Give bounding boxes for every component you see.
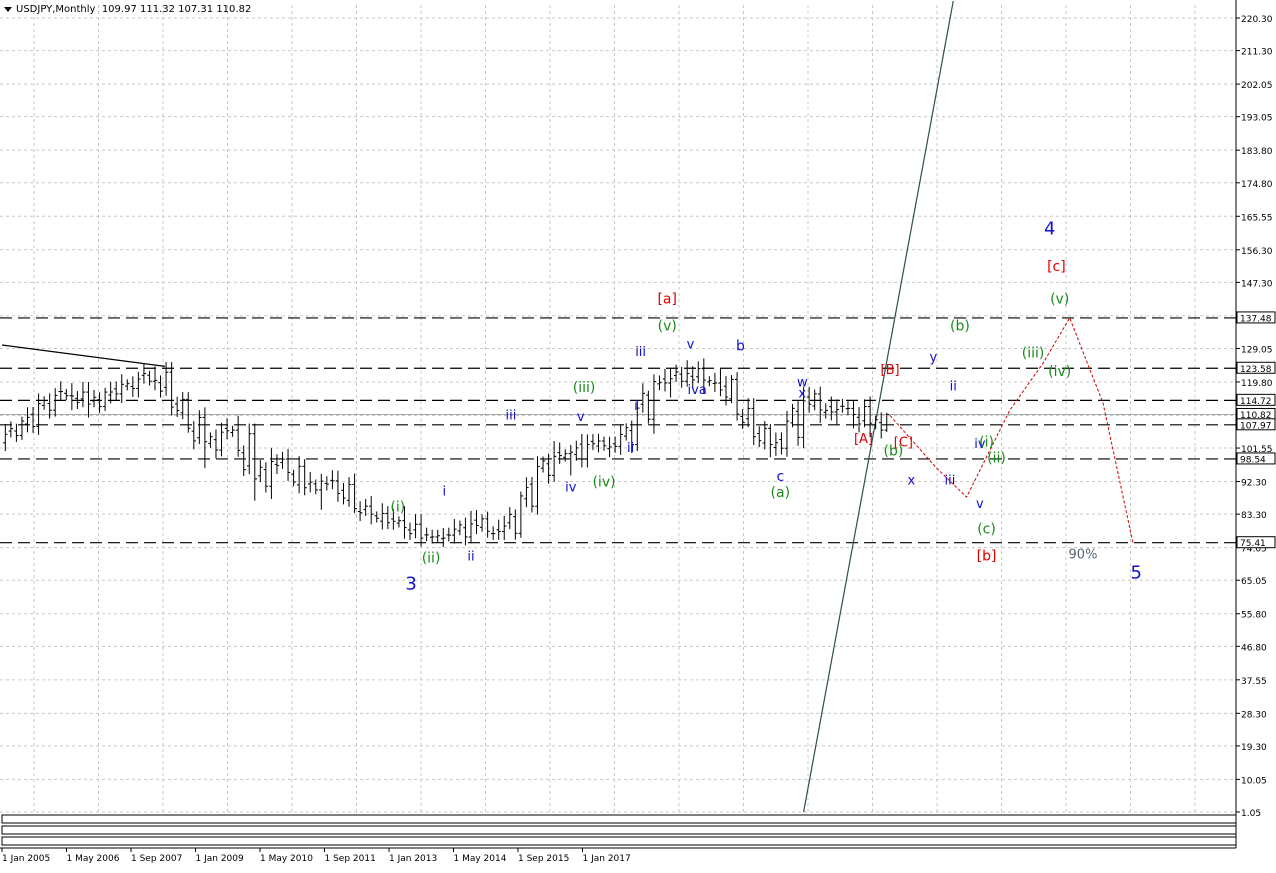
y-tick-label: 156.30 [1241,247,1273,257]
wave-label[interactable]: i [443,484,447,499]
x-tick-label: 1 Sep 2015 [518,854,569,864]
wave-label[interactable]: (b) [950,319,970,335]
wave-label[interactable]: i [634,399,638,414]
x-tick-label: 1 Sep 2011 [325,854,376,864]
wave-label[interactable]: (iii) [1022,346,1045,362]
y-tick-label: 119.80 [1241,379,1273,389]
wave-label[interactable]: y [929,350,937,365]
x-tick-label: 1 May 2014 [454,854,507,864]
y-tick-label: 37.55 [1241,677,1267,687]
y-tick-label: 28.30 [1241,710,1267,720]
x-tick-label: 1 Jan 2009 [196,854,244,864]
level-price-label: 98.54 [1240,455,1266,465]
x-tick-label: 1 May 2006 [67,854,120,864]
wave-label[interactable]: b [736,338,745,354]
level-price-label: 114.72 [1240,397,1272,407]
wave-label[interactable]: (i) [979,434,994,450]
wave-label[interactable]: (v) [658,319,677,335]
x-tick-label: 1 Jan 2017 [583,854,631,864]
wave-label[interactable]: iii [635,345,646,360]
y-tick-label: 183.80 [1241,147,1273,157]
wave-label[interactable]: c [776,469,784,485]
wave-label[interactable]: (iv) [592,474,615,490]
y-tick-label: 220.30 [1241,15,1273,25]
wave-label[interactable]: ii [467,549,474,564]
y-tick-label: 19.30 [1241,743,1267,753]
y-tick-label: 211.30 [1241,48,1273,58]
wave-label[interactable]: [A] [854,432,873,447]
wave-label[interactable]: iii [505,408,516,423]
y-tick-label: 193.05 [1241,114,1273,124]
y-tick-label: 10.05 [1241,776,1267,786]
x-tick-label: 1 Jan 2005 [2,854,50,864]
wave-label[interactable]: (iv) [1048,364,1071,380]
wave-label[interactable]: (ii) [987,451,1006,467]
wave-label[interactable]: [B] [881,363,900,378]
wave-label[interactable]: [b] [977,548,997,564]
wave-label[interactable]: (iii) [573,380,596,396]
wave-label[interactable]: (c) [977,521,996,537]
wave-label[interactable]: (a) [771,485,791,501]
x-tick-label: 1 Jan 2013 [389,854,437,864]
wave-label[interactable]: (i) [390,500,405,516]
y-tick-label: 202.05 [1241,81,1273,91]
indicator-strip [1,825,1237,835]
y-tick-label: 92.30 [1241,479,1267,489]
indicator-strip [1,814,1237,824]
y-tick-label: 1.05 [1241,809,1261,819]
chart-area[interactable]: [a] (v) iii v b iva i ii iii v (iii) iv (iv) c (a) i (i)… [0,0,1276,868]
y-tick-label: 65.05 [1241,577,1267,587]
x-tick-label: 1 Sep 2007 [131,854,182,864]
y-tick-label: 83.30 [1241,511,1267,521]
y-tick-label: 46.80 [1241,643,1267,653]
wave-label[interactable]: 3 [405,573,416,594]
y-tick-label: 129.05 [1241,345,1273,355]
dropdown-arrow-icon[interactable] [4,6,12,12]
wave-label[interactable]: (ii) [422,550,441,566]
x-tick-label: 1 May 2010 [260,854,313,864]
level-price-label: 123.58 [1240,365,1272,375]
chart-header: USDJPY,Monthly 109.97 111.32 107.31 110.… [4,4,251,15]
wave-label[interactable]: (b) [883,443,903,459]
y-axis-panel [1236,0,1276,868]
indicator-strip [1,836,1237,846]
wave-label[interactable]: x [908,473,916,488]
wave-label[interactable]: iv [565,481,577,496]
y-tick-label: 174.80 [1241,180,1273,190]
wave-label[interactable]: (v) [1050,291,1069,307]
wave-label[interactable]: ii [627,441,634,456]
level-price-label: 137.48 [1240,314,1272,324]
wave-label[interactable]: 5 [1130,563,1141,584]
wave-label[interactable]: [c] [1047,259,1066,275]
wave-label[interactable]: v [577,410,585,425]
level-price-label: 107.97 [1240,421,1272,431]
y-tick-label: 147.30 [1241,279,1273,289]
wave-label[interactable]: [a] [657,291,677,307]
wave-label[interactable]: iii [945,473,956,488]
price-chart[interactable]: [a](v)iii v bivaiiiiii v(iii)iv (iv) c(a)i(i)… [0,0,1276,868]
wave-label[interactable]: v [976,497,984,512]
wave-label[interactable]: iva [688,383,707,398]
wave-label[interactable]: v [687,338,695,353]
ohlc-readout: 109.97 111.32 107.31 110.82 [101,4,252,15]
wave-label[interactable]: 90% [1069,548,1098,563]
plot-background [0,0,1236,812]
y-tick-label: 55.80 [1241,611,1267,621]
symbol-label: USDJPY,Monthly [16,4,96,15]
y-tick-label: 165.55 [1241,213,1273,223]
wave-label[interactable]: x [798,387,806,402]
wave-label[interactable]: ii [950,379,957,394]
wave-label[interactable]: 4 [1044,219,1055,240]
level-price-label: 75.41 [1240,539,1266,549]
